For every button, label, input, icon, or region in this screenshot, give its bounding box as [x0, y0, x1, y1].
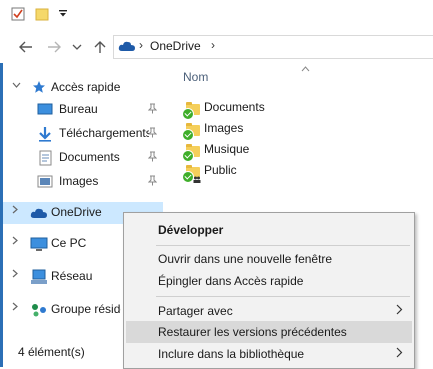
- navigation-bar: › OneDrive ›: [0, 30, 433, 63]
- back-icon[interactable]: [17, 38, 35, 56]
- file-item[interactable]: Images: [182, 119, 343, 141]
- shared-people-icon: [193, 172, 201, 186]
- menu-item-restore-previous-versions[interactable]: Restaurer les versions précédentes: [126, 321, 412, 343]
- file-name: Documents: [204, 100, 265, 114]
- submenu-arrow-icon: [396, 303, 403, 318]
- nav-label: Téléchargements: [59, 126, 149, 140]
- breadcrumb-separator-icon[interactable]: ›: [139, 38, 143, 52]
- menu-item-include-in-library[interactable]: Inclure dans la bibliothèque: [126, 343, 412, 365]
- menu-label: Inclure dans la bibliothèque: [158, 347, 305, 361]
- file-name: Public: [204, 163, 237, 177]
- expand-chevron-icon[interactable]: [12, 236, 19, 248]
- nav-item-bureau[interactable]: Bureau: [3, 99, 163, 121]
- menu-separator: [156, 245, 410, 246]
- menu-item-expand[interactable]: Développer: [126, 219, 412, 241]
- menu-separator: [156, 296, 410, 297]
- qat-dropdown-icon[interactable]: [58, 8, 68, 22]
- pin-icon[interactable]: [147, 151, 158, 165]
- download-icon: [38, 126, 52, 145]
- menu-item-pin-quick-access[interactable]: Épingler dans Accès rapide: [126, 270, 412, 292]
- nav-label: Réseau: [51, 269, 93, 283]
- nav-item-documents[interactable]: Documents: [3, 147, 163, 169]
- file-item[interactable]: Public: [182, 161, 343, 183]
- documents-icon: [39, 150, 52, 169]
- file-name: Images: [204, 121, 244, 135]
- recent-locations-icon[interactable]: [68, 38, 86, 56]
- nav-label: Ce PC: [51, 236, 87, 250]
- nav-label: Documents: [59, 150, 120, 164]
- menu-label: Restaurer les versions précédentes: [158, 325, 347, 339]
- homegroup-icon: [30, 303, 48, 320]
- computer-icon: [30, 237, 48, 255]
- new-folder-icon[interactable]: [34, 6, 50, 25]
- breadcrumb-separator-icon[interactable]: ›: [211, 38, 215, 52]
- context-menu: Développer Ouvrir dans une nouvelle fenê…: [123, 212, 415, 369]
- star-icon: [32, 80, 46, 97]
- nav-quick-access[interactable]: Accès rapide: [3, 77, 163, 99]
- collapse-chevron-icon[interactable]: [12, 80, 21, 92]
- onedrive-cloud-icon: [30, 208, 48, 222]
- file-item[interactable]: Musique: [182, 140, 343, 162]
- expand-chevron-icon[interactable]: [12, 205, 19, 217]
- pin-icon[interactable]: [147, 175, 158, 189]
- nav-label: Accès rapide: [51, 80, 121, 94]
- nav-label: OneDrive: [51, 205, 102, 219]
- menu-item-open-new-window[interactable]: Ouvrir dans une nouvelle fenêtre: [126, 248, 412, 270]
- menu-label: Développer: [158, 223, 224, 237]
- nav-label: Images: [59, 174, 99, 188]
- nav-label: Groupe résidentiel: [51, 302, 121, 316]
- menu-label: Ouvrir dans une nouvelle fenêtre: [158, 252, 333, 266]
- onedrive-cloud-icon: [118, 41, 136, 55]
- file-name: Musique: [204, 142, 250, 156]
- chevron-up-icon: [301, 64, 310, 74]
- desktop-icon: [37, 103, 53, 119]
- address-bar[interactable]: › OneDrive ›: [113, 35, 433, 59]
- network-icon: [30, 269, 48, 288]
- submenu-arrow-icon: [396, 346, 403, 361]
- menu-label: Partager avec: [158, 304, 233, 318]
- expand-chevron-icon[interactable]: [12, 302, 19, 314]
- expand-chevron-icon[interactable]: [12, 269, 19, 281]
- pin-icon[interactable]: [147, 127, 158, 141]
- nav-item-telechargements[interactable]: Téléchargements: [3, 123, 163, 145]
- column-header-name[interactable]: Nom: [183, 70, 208, 84]
- nav-label: Bureau: [59, 102, 98, 116]
- file-item[interactable]: Documents: [182, 98, 343, 120]
- menu-item-share-with[interactable]: Partager avec: [126, 300, 412, 322]
- nav-item-images[interactable]: Images: [3, 171, 163, 193]
- pin-icon[interactable]: [147, 103, 158, 117]
- quick-access-toolbar: [0, 0, 433, 30]
- properties-icon[interactable]: [10, 6, 26, 25]
- up-icon[interactable]: [91, 38, 109, 56]
- breadcrumb-onedrive[interactable]: OneDrive: [150, 39, 201, 53]
- forward-icon[interactable]: [45, 38, 63, 56]
- pictures-icon: [37, 175, 53, 191]
- menu-label: Épingler dans Accès rapide: [158, 274, 304, 288]
- status-item-count: 4 élément(s): [18, 345, 85, 359]
